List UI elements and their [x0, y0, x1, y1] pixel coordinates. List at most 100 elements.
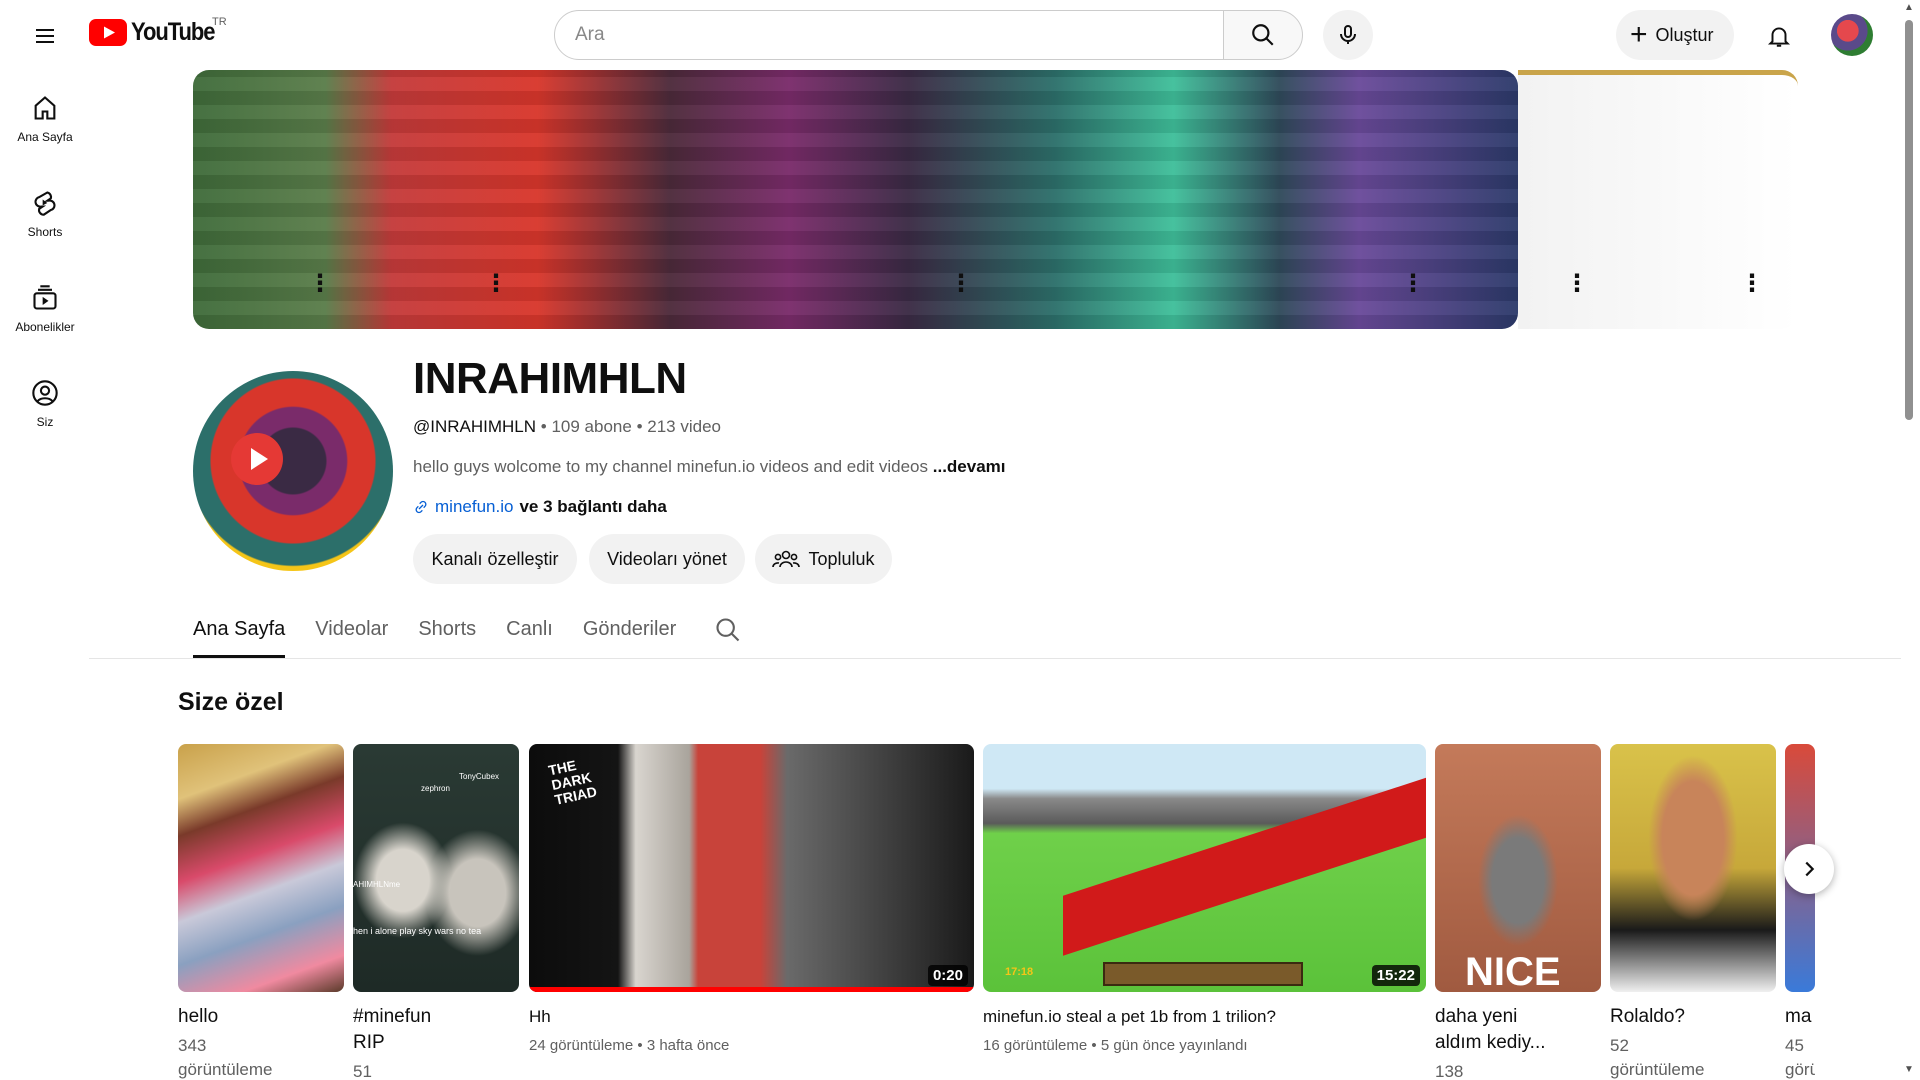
- create-button[interactable]: + Oluştur: [1616, 10, 1734, 60]
- plus-icon: +: [1630, 18, 1648, 51]
- video-title[interactable]: daha yeni aldım kediy...: [1435, 1004, 1601, 1056]
- short-card[interactable]: Rolaldo? 52 görüntüleme: [1610, 744, 1776, 1080]
- carousel-next-button[interactable]: [1784, 844, 1834, 894]
- subscriptions-icon: [33, 285, 57, 310]
- view-count: 45 görü: [1785, 1036, 1815, 1079]
- sidebar-item-you[interactable]: Siz: [0, 355, 90, 450]
- button-label: Topluluk: [808, 548, 875, 569]
- country-code: TR: [212, 16, 227, 28]
- channel-link[interactable]: minefun.io: [435, 497, 513, 517]
- video-title[interactable]: #minefun RIP: [353, 1004, 519, 1056]
- more-options-icon[interactable]: ⋮: [484, 272, 508, 296]
- short-card[interactable]: hello 343 görüntüleme: [178, 744, 344, 1080]
- youtube-play-icon: [89, 19, 127, 46]
- sidebar-item-label: Ana Sayfa: [17, 130, 73, 144]
- thumb-overlay-text: NICE: [1465, 950, 1561, 992]
- tab-home[interactable]: Ana Sayfa: [193, 610, 286, 658]
- video-thumbnail[interactable]: 17:18 15:22: [983, 744, 1426, 992]
- search-input[interactable]: [575, 24, 1223, 46]
- create-label: Oluştur: [1655, 24, 1714, 45]
- hotbar: [1103, 962, 1303, 986]
- more-options-icon[interactable]: ⋮: [949, 272, 973, 296]
- video-title[interactable]: ma: [1785, 1004, 1815, 1030]
- search-icon: [716, 618, 740, 642]
- customize-channel-button[interactable]: Kanalı özelleştir: [413, 534, 577, 584]
- chevron-right-icon: [1805, 861, 1815, 877]
- more-options-icon[interactable]: ⋮: [1740, 272, 1764, 296]
- sidebar-item-subscriptions[interactable]: Abonelikler: [0, 260, 90, 355]
- video-thumbnail[interactable]: THE DARK TRIAD 0:20: [529, 744, 974, 992]
- sidebar-item-home[interactable]: Ana Sayfa: [0, 70, 90, 165]
- short-thumbnail[interactable]: [1610, 744, 1776, 992]
- tab-videos[interactable]: Videolar: [315, 610, 388, 658]
- sidebar-item-label: Abonelikler: [15, 320, 75, 334]
- meta-separator: •: [540, 417, 552, 436]
- name-tag: TonyCubex: [459, 772, 500, 781]
- account-avatar[interactable]: [1831, 14, 1873, 56]
- notifications-button[interactable]: [1757, 14, 1801, 58]
- channel-banner: [193, 70, 1518, 329]
- short-card[interactable]: ma 45 görü: [1785, 744, 1815, 1080]
- red-path: [1063, 772, 1426, 956]
- subscriber-count: 109 abone: [551, 417, 632, 436]
- youtube-logo[interactable]: YouTube: [89, 18, 226, 47]
- scroll-down-arrow[interactable]: ▼: [1904, 1064, 1914, 1075]
- voice-search-button[interactable]: [1323, 10, 1373, 60]
- video-title[interactable]: Hh: [529, 1004, 974, 1030]
- video-title[interactable]: Rolaldo?: [1610, 1004, 1776, 1030]
- tab-posts[interactable]: Gönderiler: [583, 610, 676, 658]
- search-icon: [1252, 24, 1274, 46]
- video-duration: 0:20: [927, 965, 968, 986]
- community-button[interactable]: Topluluk: [755, 534, 892, 584]
- video-duration: 15:22: [1371, 965, 1420, 986]
- sidebar-item-label: Siz: [36, 415, 54, 429]
- description-more[interactable]: ...devamı: [933, 457, 1006, 476]
- video-meta: 24 görüntüleme • 3 hafta önce: [529, 1037, 730, 1054]
- button-label: Kanalı özelleştir: [431, 548, 559, 569]
- more-links[interactable]: ve 3 bağlantı daha: [519, 497, 666, 517]
- scroll-up-arrow[interactable]: ▲: [1904, 2, 1914, 13]
- video-title[interactable]: minefun.io steal a pet 1b from 1 trilion…: [983, 1004, 1426, 1030]
- scrollbar-thumb[interactable]: [1905, 20, 1913, 420]
- more-options-icon[interactable]: ⋮: [308, 272, 332, 296]
- channel-avatar[interactable]: [193, 371, 393, 571]
- manage-videos-button[interactable]: Videoları yönet: [589, 534, 745, 584]
- video-card[interactable]: 17:18 15:22 minefun.io steal a pet 1b fr…: [983, 744, 1426, 1058]
- sidebar: Ana Sayfa Shorts Abonelikler Siz: [0, 70, 90, 450]
- tab-live[interactable]: Canlı: [506, 610, 553, 658]
- view-count: 51: [353, 1062, 372, 1080]
- more-options-icon[interactable]: ⋮: [1565, 272, 1589, 296]
- meta-separator: •: [636, 417, 648, 436]
- channel-description[interactable]: hello guys wolcome to my channel minefun…: [413, 457, 1006, 477]
- video-title[interactable]: hello: [178, 1004, 344, 1030]
- view-count: 138: [1435, 1062, 1464, 1080]
- menu-button[interactable]: [24, 15, 66, 57]
- link-icon: [415, 500, 427, 514]
- tab-search-button[interactable]: [714, 610, 742, 649]
- search-box: [554, 10, 1224, 60]
- play-icon: [231, 433, 283, 485]
- thumb-caption: hen i alone play sky wars no tea: [353, 926, 482, 936]
- watch-progress-bar: [529, 987, 974, 992]
- more-options-icon[interactable]: ⋮: [1401, 272, 1425, 296]
- video-card[interactable]: THE DARK TRIAD 0:20 Hh 24 görüntüleme • …: [529, 744, 974, 1058]
- channel-tabs: Ana Sayfa Videolar Shorts Canlı Gönderil…: [193, 610, 742, 658]
- short-thumbnail[interactable]: NICE: [1435, 744, 1601, 992]
- channel-handle: @INRAHIMHLN: [413, 417, 537, 436]
- short-thumbnail[interactable]: [178, 744, 344, 992]
- short-card[interactable]: TonyCubex zephron AHIMHLNme hen i alone …: [353, 744, 519, 1080]
- home-icon: [34, 96, 56, 120]
- view-count: 343 görüntüleme: [178, 1036, 273, 1079]
- thumb-logo-text: THE DARK TRIAD: [546, 756, 599, 808]
- tab-shorts[interactable]: Shorts: [418, 610, 476, 658]
- channel-name: INRAHIMHLN: [413, 354, 687, 403]
- short-card[interactable]: NICE daha yeni aldım kediy... 138: [1435, 744, 1601, 1080]
- video-count: 213 video: [647, 417, 721, 436]
- microphone-icon: [1340, 25, 1356, 44]
- top-bar: YouTube TR + Oluştur: [0, 0, 1920, 70]
- short-thumbnail[interactable]: TonyCubex zephron AHIMHLNme hen i alone …: [353, 744, 519, 992]
- name-tag: zephron: [421, 784, 450, 793]
- sidebar-item-shorts[interactable]: Shorts: [0, 165, 90, 260]
- search-button[interactable]: [1223, 10, 1303, 60]
- name-tag: AHIMHLNme: [353, 880, 401, 889]
